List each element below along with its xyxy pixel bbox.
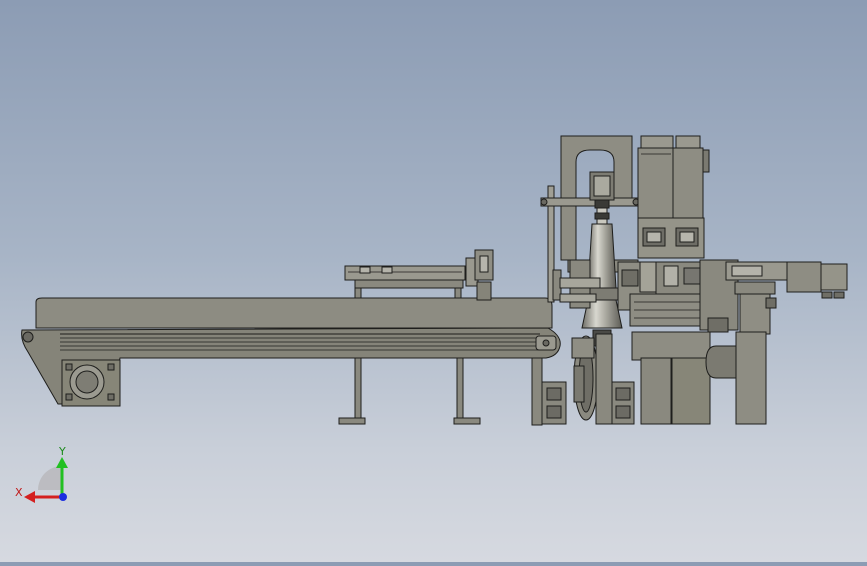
conveyor-leg <box>531 354 543 426</box>
idler-roller <box>22 331 34 343</box>
servo-motors <box>637 135 710 259</box>
base-column <box>640 357 672 425</box>
base-plate <box>631 331 711 361</box>
machine-drawing: Y X <box>15 135 848 503</box>
conveyor-assembly <box>21 297 561 426</box>
feeder-arm <box>725 261 848 335</box>
base-column <box>671 357 711 425</box>
conveyor-foot <box>338 417 366 425</box>
horizontal-rail <box>559 277 601 289</box>
servo-motor-right <box>672 147 704 219</box>
y-axis-label: Y <box>58 445 66 458</box>
conveyor-top-plate <box>35 297 553 329</box>
servo-motor-cap <box>640 135 674 149</box>
conveyor-leg <box>456 354 464 421</box>
bearing-housing <box>705 345 739 379</box>
feeder-motor <box>786 261 822 293</box>
servo-motor-left <box>637 147 675 219</box>
conveyor-leg <box>354 354 362 421</box>
conveyor-foot <box>453 417 481 425</box>
cad-viewport[interactable]: Y X <box>0 0 867 562</box>
upper-slide-assembly <box>344 249 494 301</box>
coordinate-triad: Y X <box>15 445 68 503</box>
base-column <box>735 331 767 425</box>
x-axis-label: X <box>15 486 23 499</box>
z-axis-dot <box>59 493 67 501</box>
